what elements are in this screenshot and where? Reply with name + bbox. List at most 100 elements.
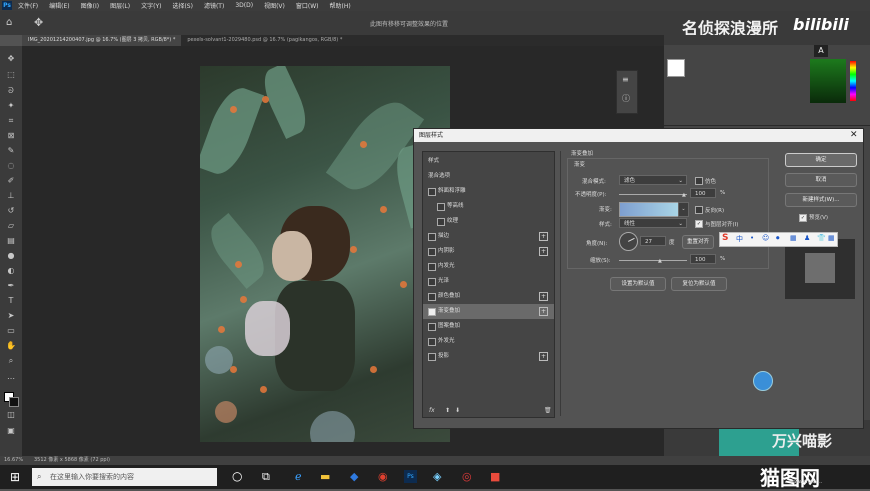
character-panel-icon[interactable]: A: [814, 45, 828, 57]
menu-layer[interactable]: 图层(L): [110, 1, 130, 10]
style-item[interactable]: 描边 +: [423, 229, 554, 244]
opacity-slider[interactable]: [619, 194, 687, 195]
move-down-icon[interactable]: ⬇: [455, 407, 460, 414]
cancel-button[interactable]: 取消: [785, 173, 857, 187]
style-checkbox[interactable]: [437, 203, 445, 211]
menu-file[interactable]: 文件(F): [18, 1, 38, 10]
taskbar-search[interactable]: ⌕ 在这里输入你要搜索的内容: [32, 468, 217, 486]
edge-icon[interactable]: ℯ: [295, 470, 302, 483]
style-checkbox[interactable]: [428, 323, 436, 331]
netease-icon[interactable]: ◎: [462, 470, 472, 483]
menu-filter[interactable]: 滤镜(T): [204, 1, 224, 10]
stamp-icon[interactable]: ⊥: [6, 191, 16, 201]
pen-icon[interactable]: ✒: [6, 281, 16, 291]
blur-icon[interactable]: ●: [6, 251, 16, 261]
gradient-icon[interactable]: ▤: [6, 236, 16, 246]
style-item[interactable]: 纹理: [423, 214, 554, 229]
menu-3d[interactable]: 3D(D): [235, 2, 253, 9]
gradient-preview[interactable]: [619, 202, 679, 217]
ime-keyboard-icon[interactable]: ▦: [790, 234, 797, 242]
dialog-titlebar[interactable]: 图层样式 ✕: [414, 129, 863, 142]
color-foreground-swatch[interactable]: [667, 59, 685, 77]
add-style-icon[interactable]: +: [539, 352, 548, 361]
cortana-icon[interactable]: ○: [232, 469, 242, 483]
add-style-icon[interactable]: +: [539, 247, 548, 256]
style-item[interactable]: 投影 +: [423, 349, 554, 364]
menu-image[interactable]: 图像(I): [81, 1, 99, 10]
angle-input[interactable]: 27: [640, 236, 666, 246]
explorer-icon[interactable]: ▬: [320, 470, 330, 483]
scale-input[interactable]: 100: [690, 254, 716, 264]
add-style-icon[interactable]: +: [539, 292, 548, 301]
move-tool-icon[interactable]: ✥: [34, 16, 43, 29]
app-icon-2[interactable]: ◈: [433, 470, 441, 483]
eyedropper-icon[interactable]: ✎: [6, 146, 16, 156]
healing-brush-icon[interactable]: ◌: [6, 161, 16, 171]
reverse-checkbox[interactable]: [695, 206, 703, 214]
reset-default-button[interactable]: 复位为默认值: [671, 277, 727, 291]
style-checkbox[interactable]: [428, 278, 436, 286]
add-style-icon[interactable]: +: [539, 232, 548, 241]
move-up-icon[interactable]: ⬆: [445, 407, 450, 414]
background-color-swatch[interactable]: [9, 397, 19, 407]
align-checkbox[interactable]: ✓: [695, 220, 703, 228]
ime-lang-icon[interactable]: 中: [736, 234, 743, 244]
brush-icon[interactable]: ✐: [6, 176, 16, 186]
home-icon[interactable]: ⌂: [6, 17, 12, 28]
hue-slider[interactable]: [850, 61, 856, 101]
ime-skin-icon[interactable]: 👕: [817, 234, 826, 242]
app-icon-3[interactable]: ■: [490, 470, 500, 483]
marquee-icon[interactable]: ⬚: [6, 70, 16, 80]
ime-punct-icon[interactable]: •: [750, 234, 754, 242]
scale-slider-thumb[interactable]: ▲: [658, 258, 662, 264]
menu-window[interactable]: 窗口(W): [296, 1, 319, 10]
style-item[interactable]: 外发光: [423, 334, 554, 349]
style-item[interactable]: 内阴影 +: [423, 244, 554, 259]
properties-icon[interactable]: ≡: [622, 75, 629, 84]
angle-dial[interactable]: [619, 232, 638, 251]
windows-start-icon[interactable]: ⊞: [10, 470, 20, 484]
quick-mask-icon[interactable]: ◫: [6, 410, 16, 420]
crop-icon[interactable]: ⌗: [6, 116, 16, 126]
screen-mode-icon[interactable]: ▣: [6, 426, 16, 436]
path-select-icon[interactable]: ➤: [6, 311, 16, 321]
style-checkbox[interactable]: [437, 218, 445, 226]
close-icon[interactable]: ✕: [850, 129, 858, 142]
type-icon[interactable]: T: [6, 296, 16, 306]
style-checkbox[interactable]: [428, 248, 436, 256]
ime-emoji-icon[interactable]: ☺: [762, 234, 769, 242]
ok-button[interactable]: 确定: [785, 153, 857, 167]
style-checkbox[interactable]: [428, 188, 436, 196]
doc-tab[interactable]: pexels-solvant1-2029480.psd @ 16.7% (pag…: [181, 35, 348, 46]
doc-tab-active[interactable]: IMG_20201214200407.jpg @ 16.7% (图层 3 拷贝,…: [22, 35, 182, 46]
scale-slider[interactable]: [619, 260, 687, 261]
style-item[interactable]: 颜色叠加 +: [423, 289, 554, 304]
color-picker-field[interactable]: [810, 59, 846, 103]
move-icon[interactable]: ✥: [6, 54, 16, 64]
trash-icon[interactable]: 🗑: [544, 407, 552, 414]
reset-align-button[interactable]: 重置对齐: [682, 235, 714, 249]
lasso-icon[interactable]: ᘐ: [6, 86, 16, 96]
history-brush-icon[interactable]: ↺: [6, 206, 16, 216]
dither-checkbox[interactable]: [695, 177, 703, 185]
app-icon[interactable]: ◆: [350, 470, 358, 483]
opacity-slider-thumb[interactable]: ▲: [682, 192, 686, 198]
style-item[interactable]: 光泽: [423, 274, 554, 289]
info-icon[interactable]: ⓘ: [622, 93, 630, 104]
frame-icon[interactable]: ⊠: [6, 131, 16, 141]
hand-icon[interactable]: ✋: [6, 341, 16, 351]
fx-icon[interactable]: fx: [429, 407, 435, 414]
style-item[interactable]: 等高线: [423, 199, 554, 214]
style-checkbox[interactable]: [428, 293, 436, 301]
menu-view[interactable]: 视图(V): [264, 1, 285, 10]
magic-wand-icon[interactable]: ✦: [6, 101, 16, 111]
ime-menu-icon[interactable]: ▦: [828, 234, 835, 242]
style-item[interactable]: 内发光: [423, 259, 554, 274]
menu-select[interactable]: 选择(S): [172, 1, 193, 10]
style-checkbox[interactable]: [428, 338, 436, 346]
menu-type[interactable]: 文字(Y): [141, 1, 161, 10]
set-default-button[interactable]: 设置为默认值: [610, 277, 666, 291]
chrome-icon[interactable]: ◉: [378, 470, 388, 483]
preview-checkbox[interactable]: ✓: [799, 214, 807, 222]
add-style-icon[interactable]: +: [539, 307, 548, 316]
